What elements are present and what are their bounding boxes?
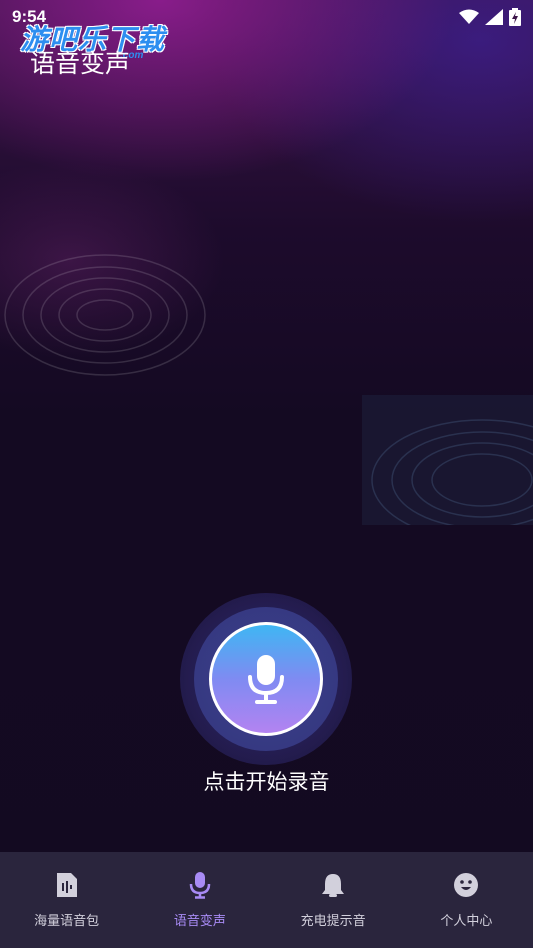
- tab-voice-pack[interactable]: 海量语音包: [0, 852, 133, 948]
- tab-voice-changer-label: 语音变声: [173, 914, 226, 929]
- tab-profile-label: 个人中心: [440, 914, 493, 929]
- bell-icon: [318, 870, 348, 900]
- status-icons: [459, 8, 521, 26]
- page-title: 语音变声: [30, 49, 131, 78]
- tab-voice-changer[interactable]: 语音变声: [133, 852, 266, 948]
- voice-pack-icon: [52, 870, 82, 900]
- record-button[interactable]: [180, 593, 352, 765]
- record-button-core[interactable]: [209, 622, 323, 736]
- tab-charging-sound-label: 充电提示音: [300, 914, 366, 929]
- signal-icon: [485, 9, 503, 25]
- smiley-icon: [451, 870, 481, 900]
- tab-voice-pack-label: 海量语音包: [34, 914, 100, 929]
- microphone-icon: [185, 870, 215, 900]
- battery-icon: [509, 8, 521, 26]
- record-label: 点击开始录音: [203, 770, 330, 794]
- audio-waveform: [80, 367, 452, 479]
- bottom-tab-bar: 海量语音包 语音变声 充电提示音 个人中心: [0, 852, 533, 948]
- wifi-icon: [459, 9, 479, 24]
- microphone-icon: [248, 655, 284, 704]
- tab-charging-sound[interactable]: 充电提示音: [267, 852, 400, 948]
- tab-profile[interactable]: 个人中心: [400, 852, 533, 948]
- decorative-rings-left: [4, 254, 206, 376]
